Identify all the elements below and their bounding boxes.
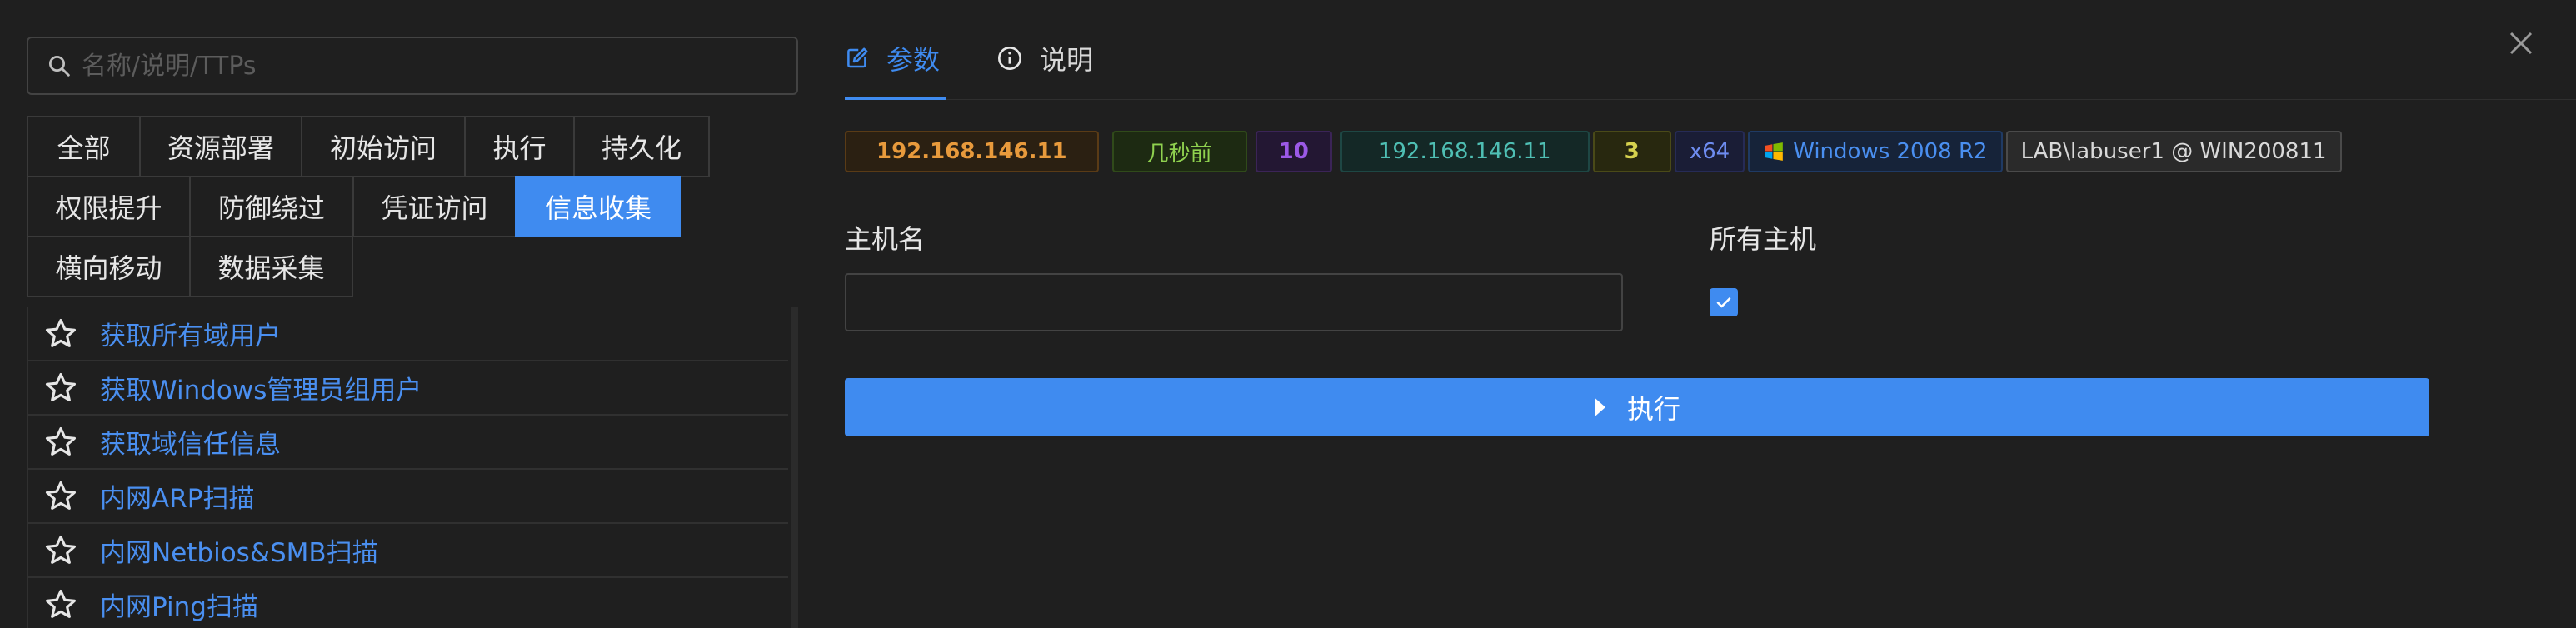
category-tab-resource-deploy[interactable]: 资源部署 [139, 116, 302, 177]
all-hosts-label: 所有主机 [1710, 223, 1817, 255]
module-list: 获取所有域用户 获取Windows管理员组用户 获取域信任信息 内网ARP扫描 … [27, 307, 790, 628]
star-icon[interactable] [43, 479, 78, 514]
search-input[interactable] [80, 50, 783, 82]
category-tab-defense-evasion[interactable]: 防御绕过 [189, 176, 354, 237]
play-icon [1595, 398, 1605, 416]
category-tab-lateral-movement[interactable]: 横向移动 [27, 236, 191, 297]
search-icon [49, 56, 70, 77]
edit-icon [847, 47, 868, 68]
category-tabs: 全部 资源部署 初始访问 执行 持久化 权限提升 防御绕过 凭证访问 信息收集 … [27, 116, 776, 297]
star-icon[interactable] [43, 533, 78, 568]
module-label[interactable]: 内网ARP扫描 [100, 477, 254, 515]
module-list-scrollbar[interactable] [791, 307, 798, 628]
hostname-field[interactable] [845, 273, 1623, 331]
list-item[interactable]: 内网Ping扫描 [28, 578, 788, 628]
all-hosts-checkbox[interactable] [1710, 288, 1738, 316]
star-icon[interactable] [43, 425, 78, 460]
category-tab-discovery[interactable]: 信息收集 [515, 176, 681, 237]
category-tab-privilege-escalation[interactable]: 权限提升 [27, 176, 191, 237]
close-icon[interactable] [2506, 28, 2536, 58]
module-panel: 全部 资源部署 初始访问 执行 持久化 权限提升 防御绕过 凭证访问 信息收集 … [0, 0, 805, 628]
list-item[interactable]: 内网ARP扫描 [28, 470, 788, 524]
windows-icon [1765, 142, 1784, 161]
internal-ip-badge: 192.168.146.11 [1340, 131, 1590, 172]
arch-badge: x64 [1674, 131, 1745, 172]
category-tab-collection[interactable]: 数据采集 [189, 236, 353, 297]
os-badge: Windows 2008 R2 [1748, 131, 2003, 172]
detail-tabs: 参数 说明 [845, 32, 1150, 85]
check-icon [1716, 297, 1731, 308]
execute-button[interactable]: 执行 [845, 378, 2429, 436]
module-label[interactable]: 获取Windows管理员组用户 [100, 369, 422, 406]
tab-params-label[interactable]: 参数 [886, 39, 940, 77]
tab-description-label[interactable]: 说明 [1040, 39, 1093, 77]
category-tab-initial-access[interactable]: 初始访问 [301, 116, 466, 177]
execute-label[interactable]: 执行 [1627, 388, 1680, 426]
active-tab-indicator [845, 97, 946, 100]
list-item[interactable]: 获取Windows管理员组用户 [28, 361, 788, 416]
pid-badge: 10 [1255, 131, 1332, 172]
sleep-badge: 3 [1592, 131, 1671, 172]
category-tab-credential-access[interactable]: 凭证访问 [352, 176, 517, 237]
session-info-bar: 192.168.146.11 几秒前 10 192.168.146.11 3 x… [845, 131, 2355, 172]
external-ip-badge: 192.168.146.11 [845, 131, 1099, 172]
category-tab-all[interactable]: 全部 [27, 116, 141, 177]
category-tab-execution[interactable]: 执行 [464, 116, 575, 177]
list-item[interactable]: 获取域信任信息 [28, 416, 788, 470]
module-label[interactable]: 获取所有域用户 [100, 315, 281, 352]
tab-divider [845, 99, 2576, 100]
os-label: Windows 2008 R2 [1793, 139, 1988, 164]
last-seen-badge: 几秒前 [1111, 131, 1247, 172]
info-icon [998, 47, 1022, 70]
search-box[interactable] [27, 37, 798, 95]
category-tab-persistence[interactable]: 持久化 [573, 116, 710, 177]
tab-params[interactable]: 参数 [845, 32, 940, 85]
star-icon[interactable] [43, 371, 78, 406]
star-icon[interactable] [43, 587, 78, 622]
module-label[interactable]: 内网Ping扫描 [100, 586, 258, 623]
tab-description[interactable]: 说明 [996, 32, 1093, 85]
module-label[interactable]: 获取域信任信息 [100, 423, 281, 461]
hostname-label: 主机名 [845, 223, 926, 255]
module-label[interactable]: 内网Netbios&SMB扫描 [100, 531, 378, 569]
user-badge: LAB\labuser1 @ WIN200811 [2005, 131, 2342, 172]
star-icon[interactable] [43, 316, 78, 351]
list-item[interactable]: 内网Netbios&SMB扫描 [28, 524, 788, 578]
list-item[interactable]: 获取所有域用户 [28, 307, 788, 361]
